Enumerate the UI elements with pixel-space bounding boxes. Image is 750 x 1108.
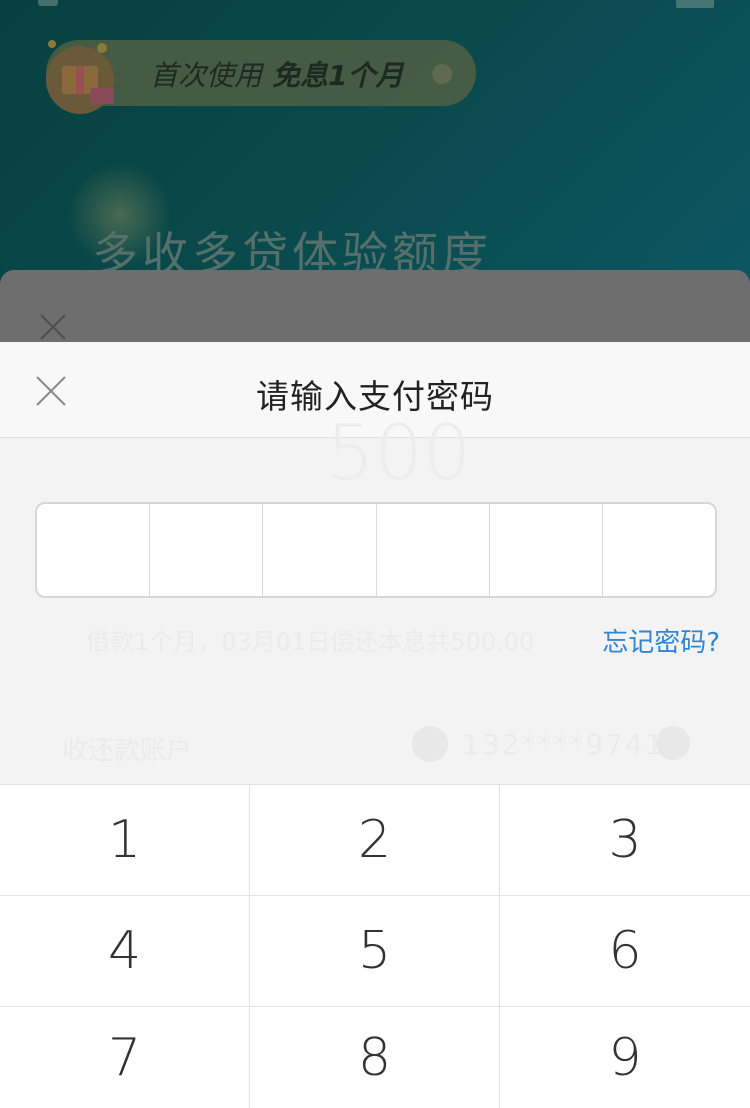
- payment-password-dialog: 请输入支付密码 500 借款1个月，03月01日偿还本息共500.00 忘记密码…: [0, 342, 750, 784]
- forgot-password-link[interactable]: 忘记密码?: [602, 622, 720, 659]
- battery-icon: [676, 0, 714, 8]
- promo-text: 首次使用 免息1个月: [150, 54, 404, 94]
- repay-info: 借款1个月，03月01日偿还本息共500.00: [86, 628, 535, 656]
- key-2[interactable]: 2: [250, 785, 500, 896]
- key-3[interactable]: 3: [500, 785, 750, 896]
- loan-amount: 500: [326, 408, 472, 497]
- key-4[interactable]: 4: [0, 896, 250, 1007]
- numeric-keypad: 1 2 3 4 5 6 7 8 9: [0, 784, 750, 1108]
- key-7[interactable]: 7: [0, 1007, 250, 1108]
- key-1[interactable]: 1: [0, 785, 250, 896]
- gift-box-icon: [46, 40, 114, 114]
- close-icon: [40, 314, 66, 340]
- key-5[interactable]: 5: [250, 896, 500, 1007]
- pin-digit-box: [377, 504, 490, 596]
- help-icon: [656, 726, 690, 760]
- promo-prefix: 首次使用: [150, 59, 263, 92]
- pin-digit-box: [490, 504, 603, 596]
- status-bar-indicator: [38, 0, 58, 6]
- pin-input[interactable]: [35, 502, 717, 598]
- account-phone: 132****9741: [462, 728, 665, 761]
- pin-digit-box: [263, 504, 377, 596]
- key-8[interactable]: 8: [250, 1007, 500, 1108]
- key-9[interactable]: 9: [500, 1007, 750, 1108]
- pin-digit-box: [37, 504, 151, 596]
- pin-digit-box: [150, 504, 264, 596]
- pin-digit-box: [603, 504, 715, 596]
- avatar: [412, 726, 448, 762]
- chevron-right-icon: [432, 64, 452, 84]
- account-label: 收还款账户: [62, 736, 193, 766]
- promo-highlight: 免息1个月: [272, 59, 404, 92]
- screen: 首次使用 免息1个月 多收多贷体验额度 请输入支付密码 500 借款1个月，03月…: [0, 0, 750, 1108]
- key-6[interactable]: 6: [500, 896, 750, 1007]
